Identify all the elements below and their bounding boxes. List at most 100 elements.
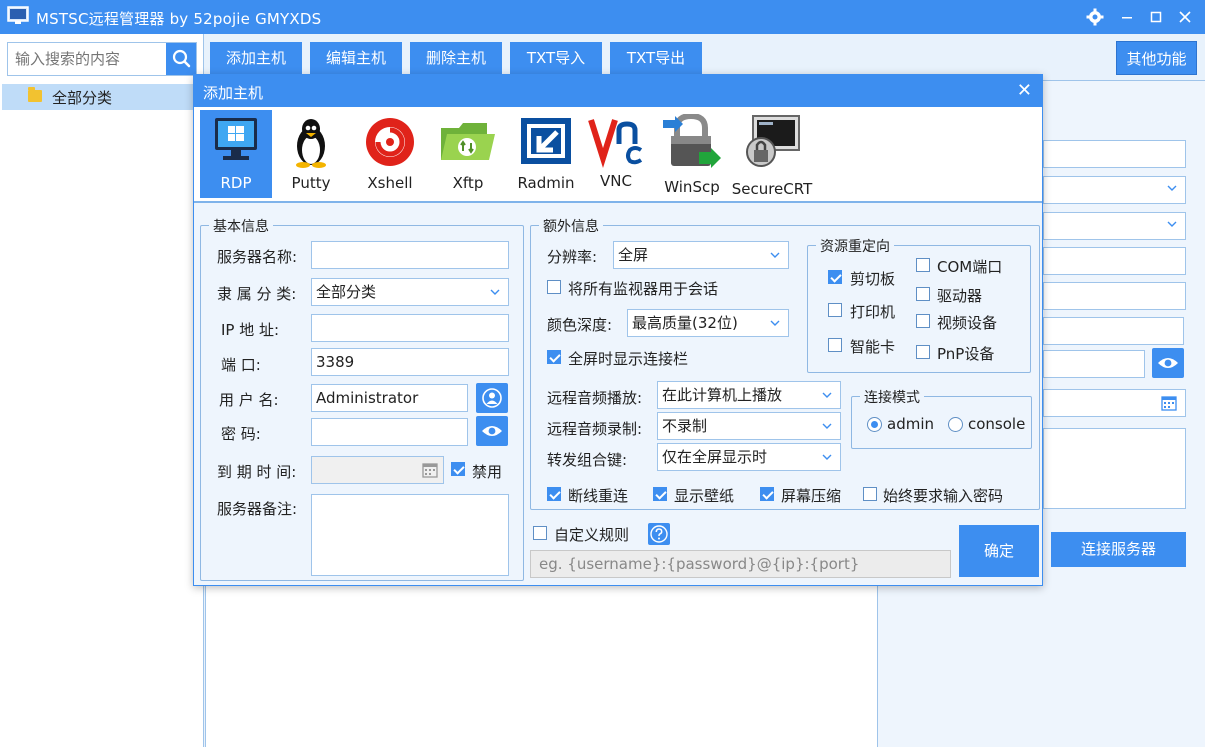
protocol-vnc[interactable]: VNC bbox=[586, 110, 646, 198]
resource-redirect-title: 资源重定向 bbox=[816, 236, 894, 256]
category-label: 隶 属 分 类: bbox=[217, 285, 297, 303]
drive-checkbox[interactable] bbox=[916, 287, 930, 301]
connect-server-button[interactable]: 连接服务器 bbox=[1051, 532, 1186, 567]
bg-date-field[interactable] bbox=[1043, 389, 1186, 417]
window-title: MSTSC远程管理器 by 52pojie GMYXDS bbox=[36, 10, 322, 28]
rdp-monitor-icon bbox=[215, 118, 257, 160]
bg-show-password-button[interactable] bbox=[1152, 348, 1184, 378]
eye-icon bbox=[482, 426, 502, 436]
resolution-select[interactable]: 全屏 bbox=[613, 241, 789, 269]
bg-combo-1[interactable] bbox=[1043, 176, 1186, 204]
confirm-button[interactable]: 确定 bbox=[959, 525, 1039, 577]
protocol-xshell[interactable]: Xshell bbox=[352, 110, 428, 198]
calendar-icon[interactable] bbox=[422, 462, 438, 478]
connect-mode-group: 连接模式 admin console bbox=[851, 387, 1032, 449]
protocol-rdp[interactable]: RDP bbox=[200, 110, 272, 198]
dialog-close-icon[interactable]: ✕ bbox=[1017, 80, 1032, 101]
color-depth-label: 颜色深度: bbox=[547, 316, 613, 334]
note-label: 服务器备注: bbox=[217, 500, 298, 518]
audio-play-select[interactable]: 在此计算机上播放 bbox=[657, 381, 841, 409]
printer-checkbox[interactable] bbox=[828, 303, 842, 317]
audio-rec-value: 不录制 bbox=[662, 417, 708, 435]
com-port-checkbox[interactable] bbox=[916, 258, 930, 272]
video-device-checkbox[interactable] bbox=[916, 314, 930, 328]
bg-field-3[interactable] bbox=[1043, 282, 1186, 310]
extra-info-title: 额外信息 bbox=[539, 216, 603, 236]
bg-field-5[interactable] bbox=[1043, 350, 1145, 378]
video-device-label: 视频设备 bbox=[937, 314, 998, 332]
resolution-label: 分辨率: bbox=[547, 248, 598, 266]
tab-add-host[interactable]: 添加主机 bbox=[210, 42, 302, 74]
chevron-down-icon bbox=[822, 423, 832, 429]
tab-txt-export[interactable]: TXT导出 bbox=[610, 42, 702, 74]
audio-rec-select[interactable]: 不录制 bbox=[657, 412, 841, 440]
smartcard-label: 智能卡 bbox=[850, 338, 896, 356]
select-user-button[interactable] bbox=[476, 383, 508, 413]
clipboard-checkbox[interactable] bbox=[828, 270, 842, 284]
protocol-radmin[interactable]: Radmin bbox=[508, 110, 584, 198]
compress-checkbox[interactable] bbox=[760, 487, 774, 501]
password-input[interactable] bbox=[311, 418, 468, 446]
custom-rule-checkbox[interactable] bbox=[533, 526, 547, 540]
tab-delete-host[interactable]: 删除主机 bbox=[410, 42, 502, 74]
protocol-winscp[interactable]: WinScp bbox=[656, 110, 728, 198]
protocol-label: RDP bbox=[220, 174, 252, 192]
tab-txt-import[interactable]: TXT导入 bbox=[510, 42, 602, 74]
wallpaper-label: 显示壁纸 bbox=[674, 487, 735, 505]
always-password-checkbox[interactable] bbox=[863, 487, 877, 501]
close-icon[interactable] bbox=[1172, 4, 1198, 30]
note-textarea[interactable] bbox=[311, 494, 509, 576]
chevron-down-icon bbox=[1167, 185, 1177, 191]
user-icon bbox=[482, 388, 502, 408]
host-list-panel bbox=[205, 585, 878, 747]
pnp-device-label: PnP设备 bbox=[937, 345, 995, 363]
extra-info-group: 额外信息 分辨率: 全屏 将所有监视器用于会话 颜色深度: 最高质量(32位) … bbox=[530, 216, 1040, 510]
bg-combo-2[interactable] bbox=[1043, 212, 1186, 240]
all-monitors-checkbox[interactable] bbox=[547, 280, 561, 294]
bg-note-field[interactable] bbox=[1043, 428, 1186, 509]
help-button[interactable] bbox=[648, 523, 670, 545]
server-name-input[interactable] bbox=[311, 241, 509, 269]
xftp-folder-icon bbox=[441, 123, 495, 160]
bg-field-4[interactable] bbox=[1043, 317, 1184, 345]
search-button[interactable] bbox=[166, 43, 196, 75]
reconnect-checkbox[interactable] bbox=[547, 487, 561, 501]
console-radio[interactable] bbox=[948, 417, 963, 432]
settings-gear-icon[interactable] bbox=[1082, 4, 1108, 30]
disable-checkbox[interactable] bbox=[451, 462, 465, 476]
port-input[interactable]: 3389 bbox=[311, 348, 509, 376]
maximize-icon[interactable] bbox=[1143, 4, 1169, 30]
hotkey-select[interactable]: 仅在全屏显示时 bbox=[657, 443, 841, 471]
minimize-icon[interactable] bbox=[1114, 4, 1140, 30]
custom-rule-input[interactable]: eg. {username}:{password}@{ip}:{port} bbox=[530, 550, 951, 578]
dialog-title: 添加主机 bbox=[203, 84, 264, 102]
pnp-device-checkbox[interactable] bbox=[916, 345, 930, 359]
protocol-putty[interactable]: Putty bbox=[278, 110, 344, 198]
calendar-icon bbox=[1161, 396, 1177, 411]
smartcard-checkbox[interactable] bbox=[828, 338, 842, 352]
protocol-securecrt[interactable]: SecureCRT bbox=[730, 110, 814, 198]
fullscreen-bar-checkbox[interactable] bbox=[547, 350, 561, 364]
show-password-button[interactable] bbox=[476, 416, 508, 446]
protocol-xftp[interactable]: Xftp bbox=[434, 110, 502, 198]
wallpaper-checkbox[interactable] bbox=[653, 487, 667, 501]
com-port-label: COM端口 bbox=[937, 258, 1003, 276]
audio-play-label: 远程音频播放: bbox=[547, 389, 643, 407]
ip-input[interactable] bbox=[311, 314, 509, 342]
tab-edit-host[interactable]: 编辑主机 bbox=[310, 42, 402, 74]
tree-item-all-categories[interactable]: 全部分类 bbox=[2, 84, 202, 110]
search-input[interactable] bbox=[8, 43, 166, 75]
chevron-down-icon bbox=[770, 252, 780, 258]
other-functions-button[interactable]: 其他功能 bbox=[1116, 41, 1197, 75]
clipboard-label: 剪切板 bbox=[850, 270, 896, 288]
chevron-down-icon bbox=[822, 454, 832, 460]
username-label: 用 户 名: bbox=[219, 391, 279, 409]
winscp-lock-icon bbox=[663, 114, 721, 168]
bg-field-1[interactable] bbox=[1043, 140, 1186, 168]
category-select[interactable]: 全部分类 bbox=[311, 278, 509, 306]
bg-field-2[interactable] bbox=[1043, 247, 1186, 275]
username-input[interactable]: Administrator bbox=[311, 384, 468, 412]
color-depth-select[interactable]: 最高质量(32位) bbox=[627, 309, 789, 337]
resolution-value: 全屏 bbox=[618, 246, 649, 264]
admin-radio[interactable] bbox=[867, 417, 882, 432]
